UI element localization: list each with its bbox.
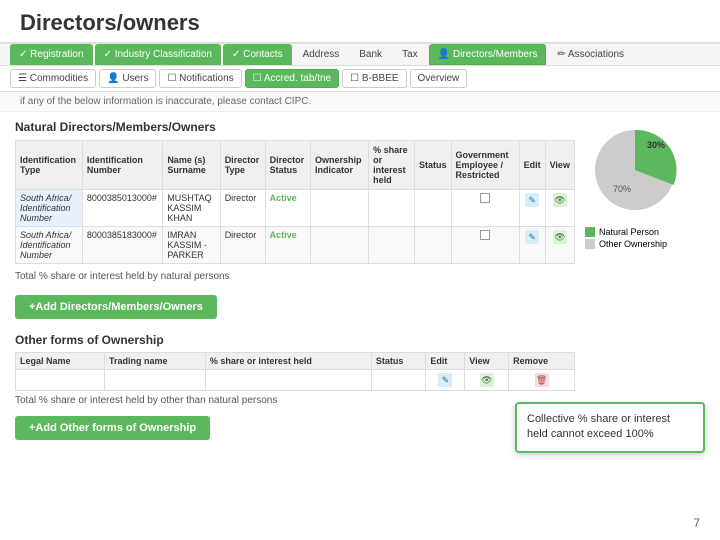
col-id-num: Identification Number [82,141,162,190]
col-name: Name (s) Surname [163,141,220,190]
tab-tax[interactable]: Tax [393,44,427,65]
col-id-type: Identification Type [16,141,83,190]
col-legal-name: Legal Name [16,353,105,370]
cell-dir-status: Active [265,190,310,227]
svg-text:70%: 70% [613,184,631,194]
cell-dir-type: Director [220,190,265,227]
tooltip-text: Collective % share or interest held cann… [527,413,670,440]
tab-notifications[interactable]: ☐ Notifications [159,69,241,88]
legend-natural: Natural Person [585,227,705,237]
chart-area: 30% 70% Natural Person Other Ownership [585,120,705,446]
legend-other: Other Ownership [585,239,705,249]
table-row: South Africa/Identification Number 80003… [16,227,575,264]
other-forms-title: Other forms of Ownership [15,333,575,347]
legend-natural-dot [585,227,595,237]
cell-ownership [311,227,369,264]
primary-nav: ✓ Registration ✓ Industry Classification… [0,44,720,66]
cell-pct [369,190,415,227]
tab-directors[interactable]: 👤 Directors/Members [429,44,547,65]
info-bar: if any of the below information is inacc… [0,92,720,112]
cell-name: MUSHTAQ KASSIM KHAN [163,190,220,227]
natural-total: Total % share or interest held by natura… [15,269,575,284]
col-dir-status: Director Status [265,141,310,190]
page-title-bar: Directors/owners [0,0,720,44]
col-status-other: Status [371,353,426,370]
tab-bank[interactable]: Bank [350,44,391,65]
col-pct-other: % share or interest held [205,353,371,370]
cell-dir-type: Director [220,227,265,264]
col-gov: Government Employee / Restricted [451,141,519,190]
legend-other-label: Other Ownership [599,239,667,249]
cell-ownership [311,190,369,227]
cell-view[interactable]: 👁 [545,227,574,264]
other-total: Total % share or interest held by other … [15,395,575,406]
tab-overview[interactable]: Overview [410,69,468,88]
svg-text:30%: 30% [647,140,665,150]
table-row: South Africa/Identification Number 80003… [16,190,575,227]
col-status: Status [414,141,451,190]
page-title: Directors/owners [20,10,200,35]
tab-commodities[interactable]: ☰ Commodities [10,69,96,88]
col-view: View [545,141,574,190]
other-forms-table: Legal Name Trading name % share or inter… [15,352,575,391]
table-row: ✎ 👁 🗑 [16,370,575,391]
legend-natural-label: Natural Person [599,227,659,237]
page-number: 7 [693,516,700,530]
legend-other-dot [585,239,595,249]
tab-registration[interactable]: ✓ Registration [10,44,93,65]
col-edit-other: Edit [426,353,465,370]
cell-id-num: 8000385183000# [82,227,162,264]
tab-address[interactable]: Address [294,44,349,65]
tab-users[interactable]: 👤 Users [99,69,156,88]
col-edit: Edit [519,141,545,190]
cell-view[interactable]: 👁 [545,190,574,227]
tab-contacts[interactable]: ✓ Contacts [223,44,292,65]
cell-status [414,227,451,264]
natural-section-title: Natural Directors/Members/Owners [15,120,575,134]
pie-legend: Natural Person Other Ownership [585,227,705,249]
cell-gov [451,190,519,227]
cell-id-type: South Africa/Identification Number [16,227,83,264]
tab-industry[interactable]: ✓ Industry Classification [95,44,221,65]
cell-id-type: South Africa/Identification Number [16,190,83,227]
cell-dir-status: Active [265,227,310,264]
col-ownership-ind: Ownership Indicator [311,141,369,190]
cell-pct [369,227,415,264]
secondary-nav: ☰ Commodities 👤 Users ☐ Notifications ☐ … [0,66,720,92]
natural-directors-table: Identification Type Identification Numbe… [15,140,575,264]
col-dir-type: Director Type [220,141,265,190]
tab-associations[interactable]: ✏ Associations [548,44,633,65]
cell-id-num: 8000385013000# [82,190,162,227]
col-view-other: View [465,353,509,370]
tab-accred[interactable]: ☐ Accred. tab/tne [245,69,339,88]
add-directors-button[interactable]: +Add Directors/Members/Owners [15,295,217,319]
cell-edit[interactable]: ✎ [519,190,545,227]
pie-chart: 30% 70% [585,120,685,220]
tab-bbbee[interactable]: ☐ B-BBEE [342,69,406,88]
add-other-button[interactable]: +Add Other forms of Ownership [15,416,210,440]
cell-name: IMRAN KASSIM -PARKER [163,227,220,264]
tooltip-box: Collective % share or interest held cann… [515,402,705,453]
cell-status [414,190,451,227]
natural-section: Natural Directors/Members/Owners Identif… [15,120,575,325]
col-pct: % share or interest held [369,141,415,190]
other-forms-section: Other forms of Ownership Legal Name Trad… [15,333,575,446]
col-remove-other: Remove [509,353,575,370]
main-content: Natural Directors/Members/Owners Identif… [15,120,575,446]
cell-edit[interactable]: ✎ [519,227,545,264]
col-trading-name: Trading name [104,353,205,370]
cell-gov [451,227,519,264]
